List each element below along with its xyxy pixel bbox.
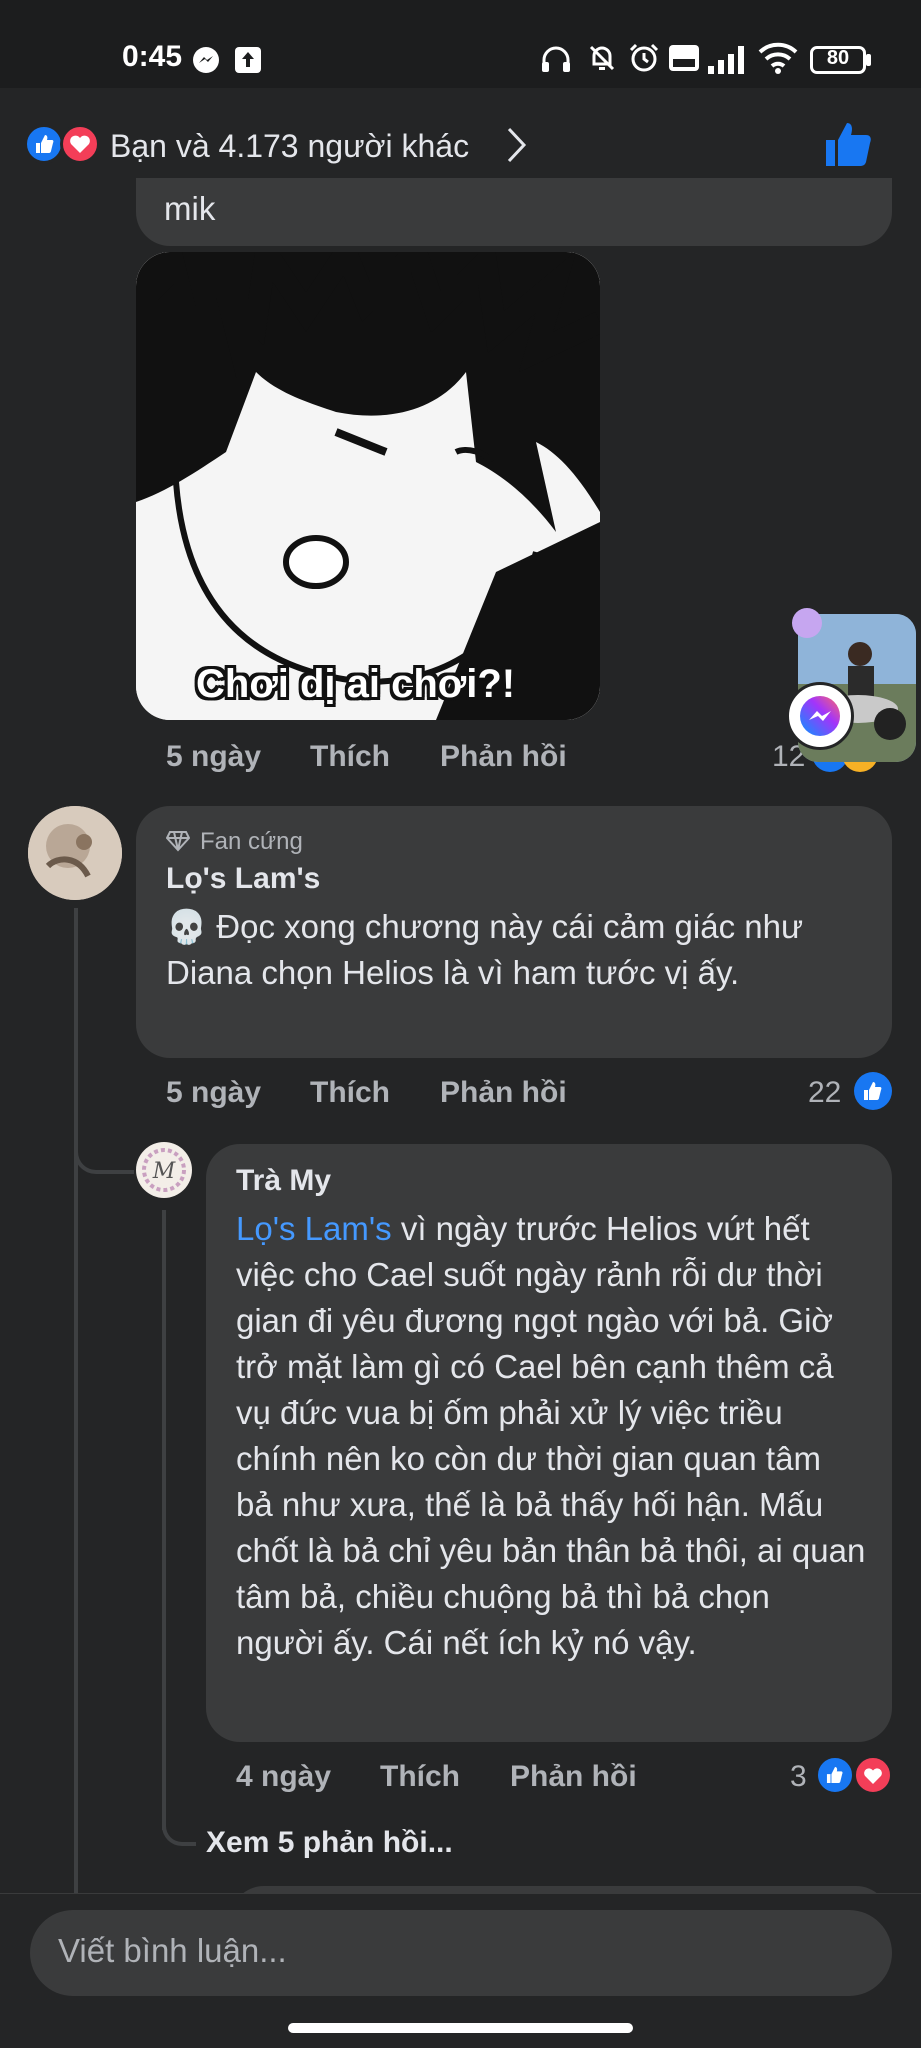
comment-1-reply-button[interactable]: Phản hồi xyxy=(440,740,567,774)
svg-text:M: M xyxy=(152,1159,176,1184)
comment-2-text: 💀 Đọc xong chương này cái cảm giác như D… xyxy=(166,904,866,996)
comment-2-like-reaction-icon xyxy=(854,1072,892,1110)
comment-2-like-button[interactable]: Thích xyxy=(310,1076,390,1110)
view-replies-connector xyxy=(162,1800,196,1846)
comment-1-like-button[interactable]: Thích xyxy=(310,740,390,774)
signal-icon xyxy=(708,46,744,74)
battery-tip xyxy=(866,54,871,66)
avatar[interactable] xyxy=(28,806,122,900)
comment-3-text: Lọ's Lam's vì ngày trước Helios vứt hết … xyxy=(236,1206,866,1666)
chevron-right-icon[interactable] xyxy=(506,126,528,164)
volte-icon xyxy=(669,45,699,71)
view-more-replies-link[interactable]: Xem 5 phản hồi... xyxy=(206,1826,453,1860)
battery-icon: 80 xyxy=(810,46,866,74)
comment-3-reaction-count: 3 xyxy=(790,1760,807,1793)
comment-3-like-reaction-icon xyxy=(816,1756,854,1794)
status-bar: 0:45 80 xyxy=(0,0,921,88)
reply-connector xyxy=(74,1130,134,1174)
gesture-home-bar[interactable] xyxy=(288,2023,633,2033)
comment-partial-text: mik xyxy=(164,190,216,227)
like-reaction-icon xyxy=(24,124,64,164)
comment-3-reply-button[interactable]: Phản hồi xyxy=(510,1760,637,1794)
love-reaction-icon xyxy=(60,124,100,164)
diamond-badge-icon xyxy=(166,831,190,852)
messenger-notification-icon xyxy=(193,47,219,73)
comment-2-author[interactable]: Lọ's Lam's xyxy=(166,862,320,896)
comment-sticker-image[interactable]: Chơi dị ai chơi?! xyxy=(136,252,600,720)
avatar[interactable]: M xyxy=(136,1142,192,1198)
upload-notification-icon xyxy=(235,47,261,73)
fan-badge-label: Fan cứng xyxy=(200,828,303,855)
comment-bubble-partial xyxy=(136,178,892,246)
messenger-icon xyxy=(800,696,840,736)
comment-3-love-reaction-icon xyxy=(854,1756,892,1794)
comment-input-placeholder: Viết bình luận... xyxy=(58,1932,287,1969)
like-button-icon[interactable] xyxy=(822,118,874,170)
headphones-icon xyxy=(542,46,570,72)
comment-3-like-button[interactable]: Thích xyxy=(380,1760,460,1794)
status-time: 0:45 xyxy=(122,40,183,73)
chat-head-online-dot xyxy=(792,608,822,638)
comment-2-reply-button[interactable]: Phản hồi xyxy=(440,1076,567,1110)
comment-2-reaction-count: 22 xyxy=(808,1076,842,1109)
comment-1-time: 5 ngày xyxy=(166,740,262,773)
thread-line xyxy=(74,908,78,1893)
comment-3-author[interactable]: Trà My xyxy=(236,1164,331,1198)
alarm-icon xyxy=(629,43,659,72)
mute-bell-icon xyxy=(589,45,615,71)
battery-level: 80 xyxy=(826,47,850,69)
reactions-summary[interactable]: Bạn và 4.173 người khác xyxy=(110,128,469,165)
comment-3-mention[interactable]: Lọ's Lam's xyxy=(236,1210,392,1247)
messenger-chat-head-button[interactable] xyxy=(786,682,854,750)
comment-3-time: 4 ngày xyxy=(236,1760,332,1793)
reply-thread-line xyxy=(162,1210,166,1830)
comment-2-body: Đọc xong chương này cái cảm giác như Dia… xyxy=(166,908,804,991)
comment-3-body: vì ngày trước Helios vứt hết việc cho Ca… xyxy=(236,1210,866,1661)
comment-2-time: 5 ngày xyxy=(166,1076,262,1109)
skull-emoji: 💀 xyxy=(166,908,208,945)
wifi-icon xyxy=(758,42,798,74)
sticker-caption: Chơi dị ai chơi?! xyxy=(196,662,516,706)
